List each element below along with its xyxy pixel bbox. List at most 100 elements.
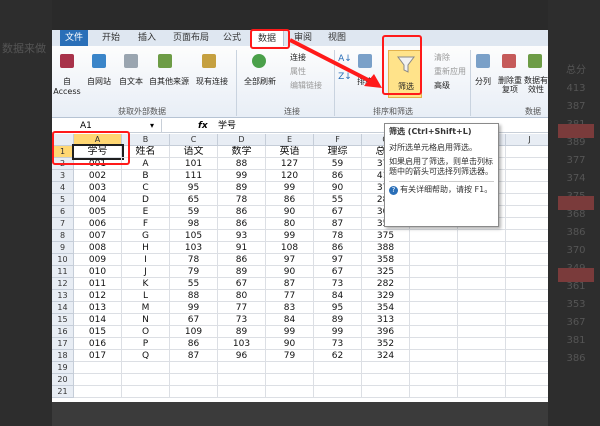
table-cell[interactable]: 90 <box>266 266 314 278</box>
table-cell[interactable]: 105 <box>170 230 218 242</box>
table-cell[interactable]: 99 <box>170 302 218 314</box>
empty-cell[interactable] <box>506 146 548 158</box>
empty-cell[interactable] <box>410 362 458 374</box>
empty-cell[interactable] <box>410 326 458 338</box>
table-cell[interactable]: 007 <box>74 230 122 242</box>
table-cell[interactable]: 99 <box>266 230 314 242</box>
empty-cell[interactable] <box>506 182 548 194</box>
table-cell[interactable]: 89 <box>218 326 266 338</box>
row-header[interactable]: 11 <box>52 266 74 278</box>
table-cell[interactable]: 77 <box>218 302 266 314</box>
empty-cell[interactable] <box>170 374 218 386</box>
empty-cell[interactable] <box>410 350 458 362</box>
table-cell[interactable]: 90 <box>266 206 314 218</box>
table-cell[interactable]: 67 <box>314 206 362 218</box>
empty-cell[interactable] <box>458 254 506 266</box>
table-cell[interactable]: 99 <box>266 182 314 194</box>
table-cell[interactable]: 80 <box>218 290 266 302</box>
tab-item[interactable]: 开始 <box>96 30 126 46</box>
formula-input[interactable]: 学号 <box>218 119 236 133</box>
row-header[interactable]: 6 <box>52 206 74 218</box>
table-cell[interactable]: O <box>122 326 170 338</box>
table-cell[interactable]: 012 <box>74 290 122 302</box>
empty-cell[interactable] <box>410 278 458 290</box>
empty-cell[interactable] <box>122 374 170 386</box>
tab-item[interactable]: 公式 <box>220 30 244 46</box>
table-cell[interactable]: 282 <box>362 278 410 290</box>
empty-cell[interactable] <box>122 362 170 374</box>
row-header[interactable]: 10 <box>52 254 74 266</box>
table-cell[interactable]: 78 <box>218 194 266 206</box>
table-cell[interactable]: 009 <box>74 254 122 266</box>
table-cell[interactable]: 78 <box>314 230 362 242</box>
header-cell[interactable]: 语文 <box>170 146 218 158</box>
table-cell[interactable]: M <box>122 302 170 314</box>
empty-cell[interactable] <box>218 374 266 386</box>
table-cell[interactable]: 109 <box>170 326 218 338</box>
connections-button[interactable]: 连接 <box>290 52 320 63</box>
table-cell[interactable]: G <box>122 230 170 242</box>
table-cell[interactable]: 329 <box>362 290 410 302</box>
advanced-button[interactable]: 高级 <box>434 80 474 91</box>
empty-cell[interactable] <box>458 374 506 386</box>
table-cell[interactable]: L <box>122 290 170 302</box>
row-header[interactable]: 5 <box>52 194 74 206</box>
tab-file[interactable]: 文件 <box>60 30 88 46</box>
table-cell[interactable]: 358 <box>362 254 410 266</box>
table-cell[interactable]: 98 <box>170 218 218 230</box>
tab-item[interactable]: 页面布局 <box>168 30 214 46</box>
empty-cell[interactable] <box>362 386 410 398</box>
empty-cell[interactable] <box>506 230 548 242</box>
table-cell[interactable]: 352 <box>362 338 410 350</box>
from-access-button[interactable]: 自 Access <box>52 76 82 96</box>
table-cell[interactable]: 59 <box>170 206 218 218</box>
empty-cell[interactable] <box>458 326 506 338</box>
table-cell[interactable]: J <box>122 266 170 278</box>
row-header[interactable]: 20 <box>52 374 74 386</box>
table-cell[interactable]: 83 <box>266 302 314 314</box>
table-cell[interactable]: 324 <box>362 350 410 362</box>
empty-cell[interactable] <box>506 302 548 314</box>
empty-cell[interactable] <box>458 314 506 326</box>
empty-cell[interactable] <box>506 254 548 266</box>
empty-cell[interactable] <box>506 158 548 170</box>
table-cell[interactable]: 91 <box>218 242 266 254</box>
table-cell[interactable]: 67 <box>314 266 362 278</box>
empty-cell[interactable] <box>458 278 506 290</box>
row-header[interactable]: 3 <box>52 170 74 182</box>
sort-az-icon[interactable]: A↓ <box>338 54 352 64</box>
empty-cell[interactable] <box>74 362 122 374</box>
table-cell[interactable]: 77 <box>266 290 314 302</box>
row-header[interactable]: 9 <box>52 242 74 254</box>
tab-item[interactable]: 视图 <box>324 30 350 46</box>
table-cell[interactable]: 93 <box>218 230 266 242</box>
empty-cell[interactable] <box>458 242 506 254</box>
empty-cell[interactable] <box>506 338 548 350</box>
row-header[interactable]: 17 <box>52 338 74 350</box>
empty-cell[interactable] <box>458 362 506 374</box>
text-to-columns-button[interactable]: 分列 <box>470 76 496 87</box>
table-cell[interactable]: 86 <box>170 338 218 350</box>
table-cell[interactable]: 97 <box>266 254 314 266</box>
empty-cell[interactable] <box>314 362 362 374</box>
table-cell[interactable]: F <box>122 218 170 230</box>
table-cell[interactable]: 62 <box>314 350 362 362</box>
table-cell[interactable]: H <box>122 242 170 254</box>
table-cell[interactable]: 017 <box>74 350 122 362</box>
table-cell[interactable]: 84 <box>314 290 362 302</box>
table-cell[interactable]: 86 <box>314 170 362 182</box>
column-header[interactable]: D <box>218 134 266 146</box>
empty-cell[interactable] <box>458 302 506 314</box>
table-cell[interactable]: 88 <box>218 158 266 170</box>
empty-cell[interactable] <box>458 350 506 362</box>
refresh-all-button[interactable]: 全部刷新 <box>240 76 280 87</box>
empty-cell[interactable] <box>506 362 548 374</box>
row-header[interactable]: 7 <box>52 218 74 230</box>
table-cell[interactable]: 002 <box>74 170 122 182</box>
table-cell[interactable]: 111 <box>170 170 218 182</box>
empty-cell[interactable] <box>506 290 548 302</box>
header-cell[interactable]: 理综 <box>314 146 362 158</box>
empty-cell[interactable] <box>506 278 548 290</box>
from-text-button[interactable]: 自文本 <box>116 76 146 87</box>
empty-cell[interactable] <box>458 386 506 398</box>
